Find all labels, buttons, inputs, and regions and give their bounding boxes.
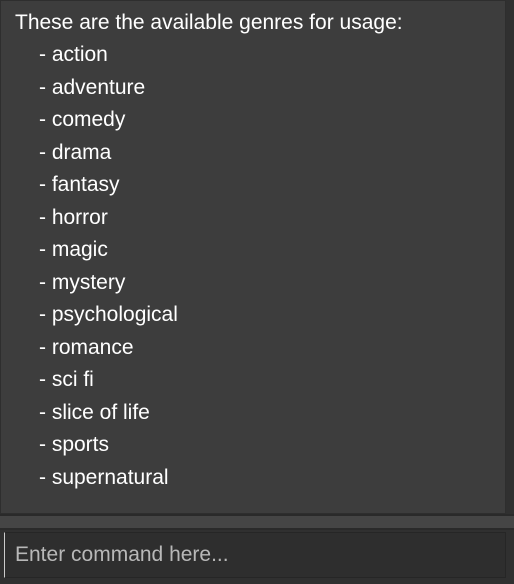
genre-item: - fantasy — [39, 173, 120, 196]
command-bar — [0, 530, 514, 584]
genre-item: - mystery — [39, 270, 126, 294]
genre-item: - comedy — [39, 108, 126, 131]
scrollbar-track[interactable] — [506, 0, 514, 514]
genre-item: - action — [39, 43, 108, 66]
result-heading: These are the available genres for usage… — [15, 11, 403, 34]
genre-list: - action - adventure - comedy - drama - … — [15, 39, 505, 494]
genre-item: - romance — [39, 335, 134, 359]
genre-item: - magic — [39, 238, 108, 261]
genre-item: - sci fi — [39, 368, 94, 391]
genre-item: - psychological — [39, 303, 178, 326]
result-display: These are the available genres for usage… — [0, 0, 506, 514]
genre-item: - horror — [39, 205, 108, 229]
app-window: These are the available genres for usage… — [0, 0, 514, 584]
genre-item: - slice of life — [39, 400, 150, 424]
genre-item: - supernatural — [39, 465, 169, 489]
genre-item: - sports — [39, 433, 110, 456]
genre-item: - adventure — [39, 75, 146, 99]
genre-item: - drama — [39, 140, 112, 164]
command-input[interactable] — [4, 532, 506, 578]
panel-divider — [0, 514, 514, 530]
